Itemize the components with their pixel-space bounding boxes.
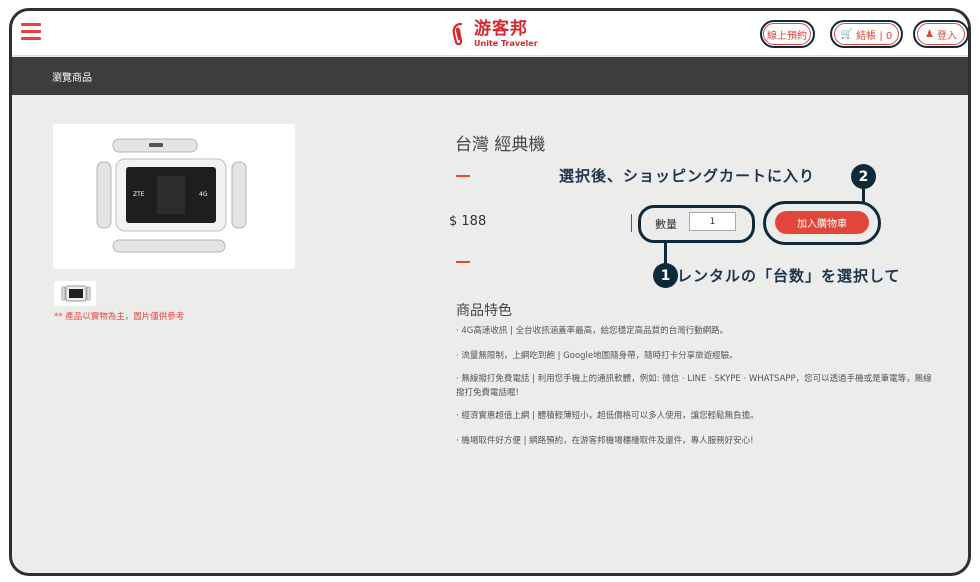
image-disclaimer: ** 產品以實物為主，圖片僅供參考 [54, 312, 185, 322]
features-heading: 商品特色 [456, 303, 512, 319]
cart-icon: 🛒 [840, 28, 854, 40]
annotation-connector [862, 188, 865, 203]
hamburger-menu-icon[interactable] [21, 23, 41, 40]
feature-item: · 流量無限制，上網吃到飽 | Google地圖隨身帶，隨時打卡分享旅遊經驗。 [456, 351, 738, 361]
feature-item: · 經濟實惠超值上網 | 體積輕薄短小，超低價格可以多人使用，讓您輕鬆無負擔。 [456, 411, 759, 421]
step-1-callout: レンタルの「台数」を選択して [677, 267, 901, 285]
checkout-cart-button[interactable]: 🛒 結帳 | 0 [834, 23, 899, 45]
brand-logo[interactable]: 游客邦 Unite Traveler [450, 17, 538, 51]
accent-divider [456, 175, 470, 177]
login-button[interactable]: ♟ 登入 [917, 23, 965, 45]
add-to-cart-label: 加入購物車 [797, 219, 847, 230]
quantity-label: 數量 [655, 218, 677, 231]
separator [631, 214, 632, 232]
breadcrumb-bar: 瀏覽商品 [12, 57, 968, 95]
device-brand-label: ZTE [133, 191, 145, 198]
quantity-input[interactable] [689, 212, 736, 231]
paperclip-logo-icon [452, 22, 463, 46]
add-to-cart-button[interactable]: 加入購物車 [775, 211, 869, 234]
app-window: 游客邦 Unite Traveler 線上預約 🛒 結帳 | 0 ♟ 登入 瀏覽… [9, 8, 971, 576]
browse-products-link[interactable]: 瀏覽商品 [52, 69, 92, 84]
step-2-badge: 2 [851, 164, 876, 189]
user-icon: ♟ [925, 28, 934, 40]
step-2-callout: 選択後、ショッピングカートに入り [559, 167, 816, 185]
logo-chinese-name: 游客邦 [474, 18, 528, 39]
login-label: 登入 [936, 30, 957, 42]
feature-item: · 機場取件好方便 | 網路預約，在游客邦機場櫃檯取件及還件，專人服務好安心! [456, 436, 754, 446]
feature-item: · 4G高速收訊 | 全台收訊涵蓋率最高，給您穩定高品質的台灣行動網路。 [456, 326, 729, 336]
top-header: 游客邦 Unite Traveler 線上預約 🛒 結帳 | 0 ♟ 登入 [12, 11, 968, 56]
product-price: $ 188 [449, 214, 487, 229]
online-reservation-button[interactable]: 線上預約 [763, 23, 811, 45]
step-1-badge: 1 [653, 263, 678, 288]
product-title: 台灣 經典機 [455, 135, 546, 155]
product-main-image: ZTE 4G [53, 124, 295, 269]
reservation-label: 線上預約 [767, 30, 807, 42]
device-network-label: 4G [199, 191, 208, 198]
product-thumbnail[interactable] [54, 281, 96, 306]
wifi-router-illustration: ZTE 4G [96, 138, 247, 253]
feature-item: · 無線撥打免費電話 | 利用您手機上的通訊軟體，例如: 微信 · LINE ·… [456, 374, 932, 398]
thumbnail-image [61, 285, 91, 302]
logo-english-name: Unite Traveler [474, 38, 538, 48]
annotation-connector [664, 241, 667, 265]
accent-divider [456, 261, 470, 263]
cart-label: 結帳 | 0 [856, 30, 893, 42]
